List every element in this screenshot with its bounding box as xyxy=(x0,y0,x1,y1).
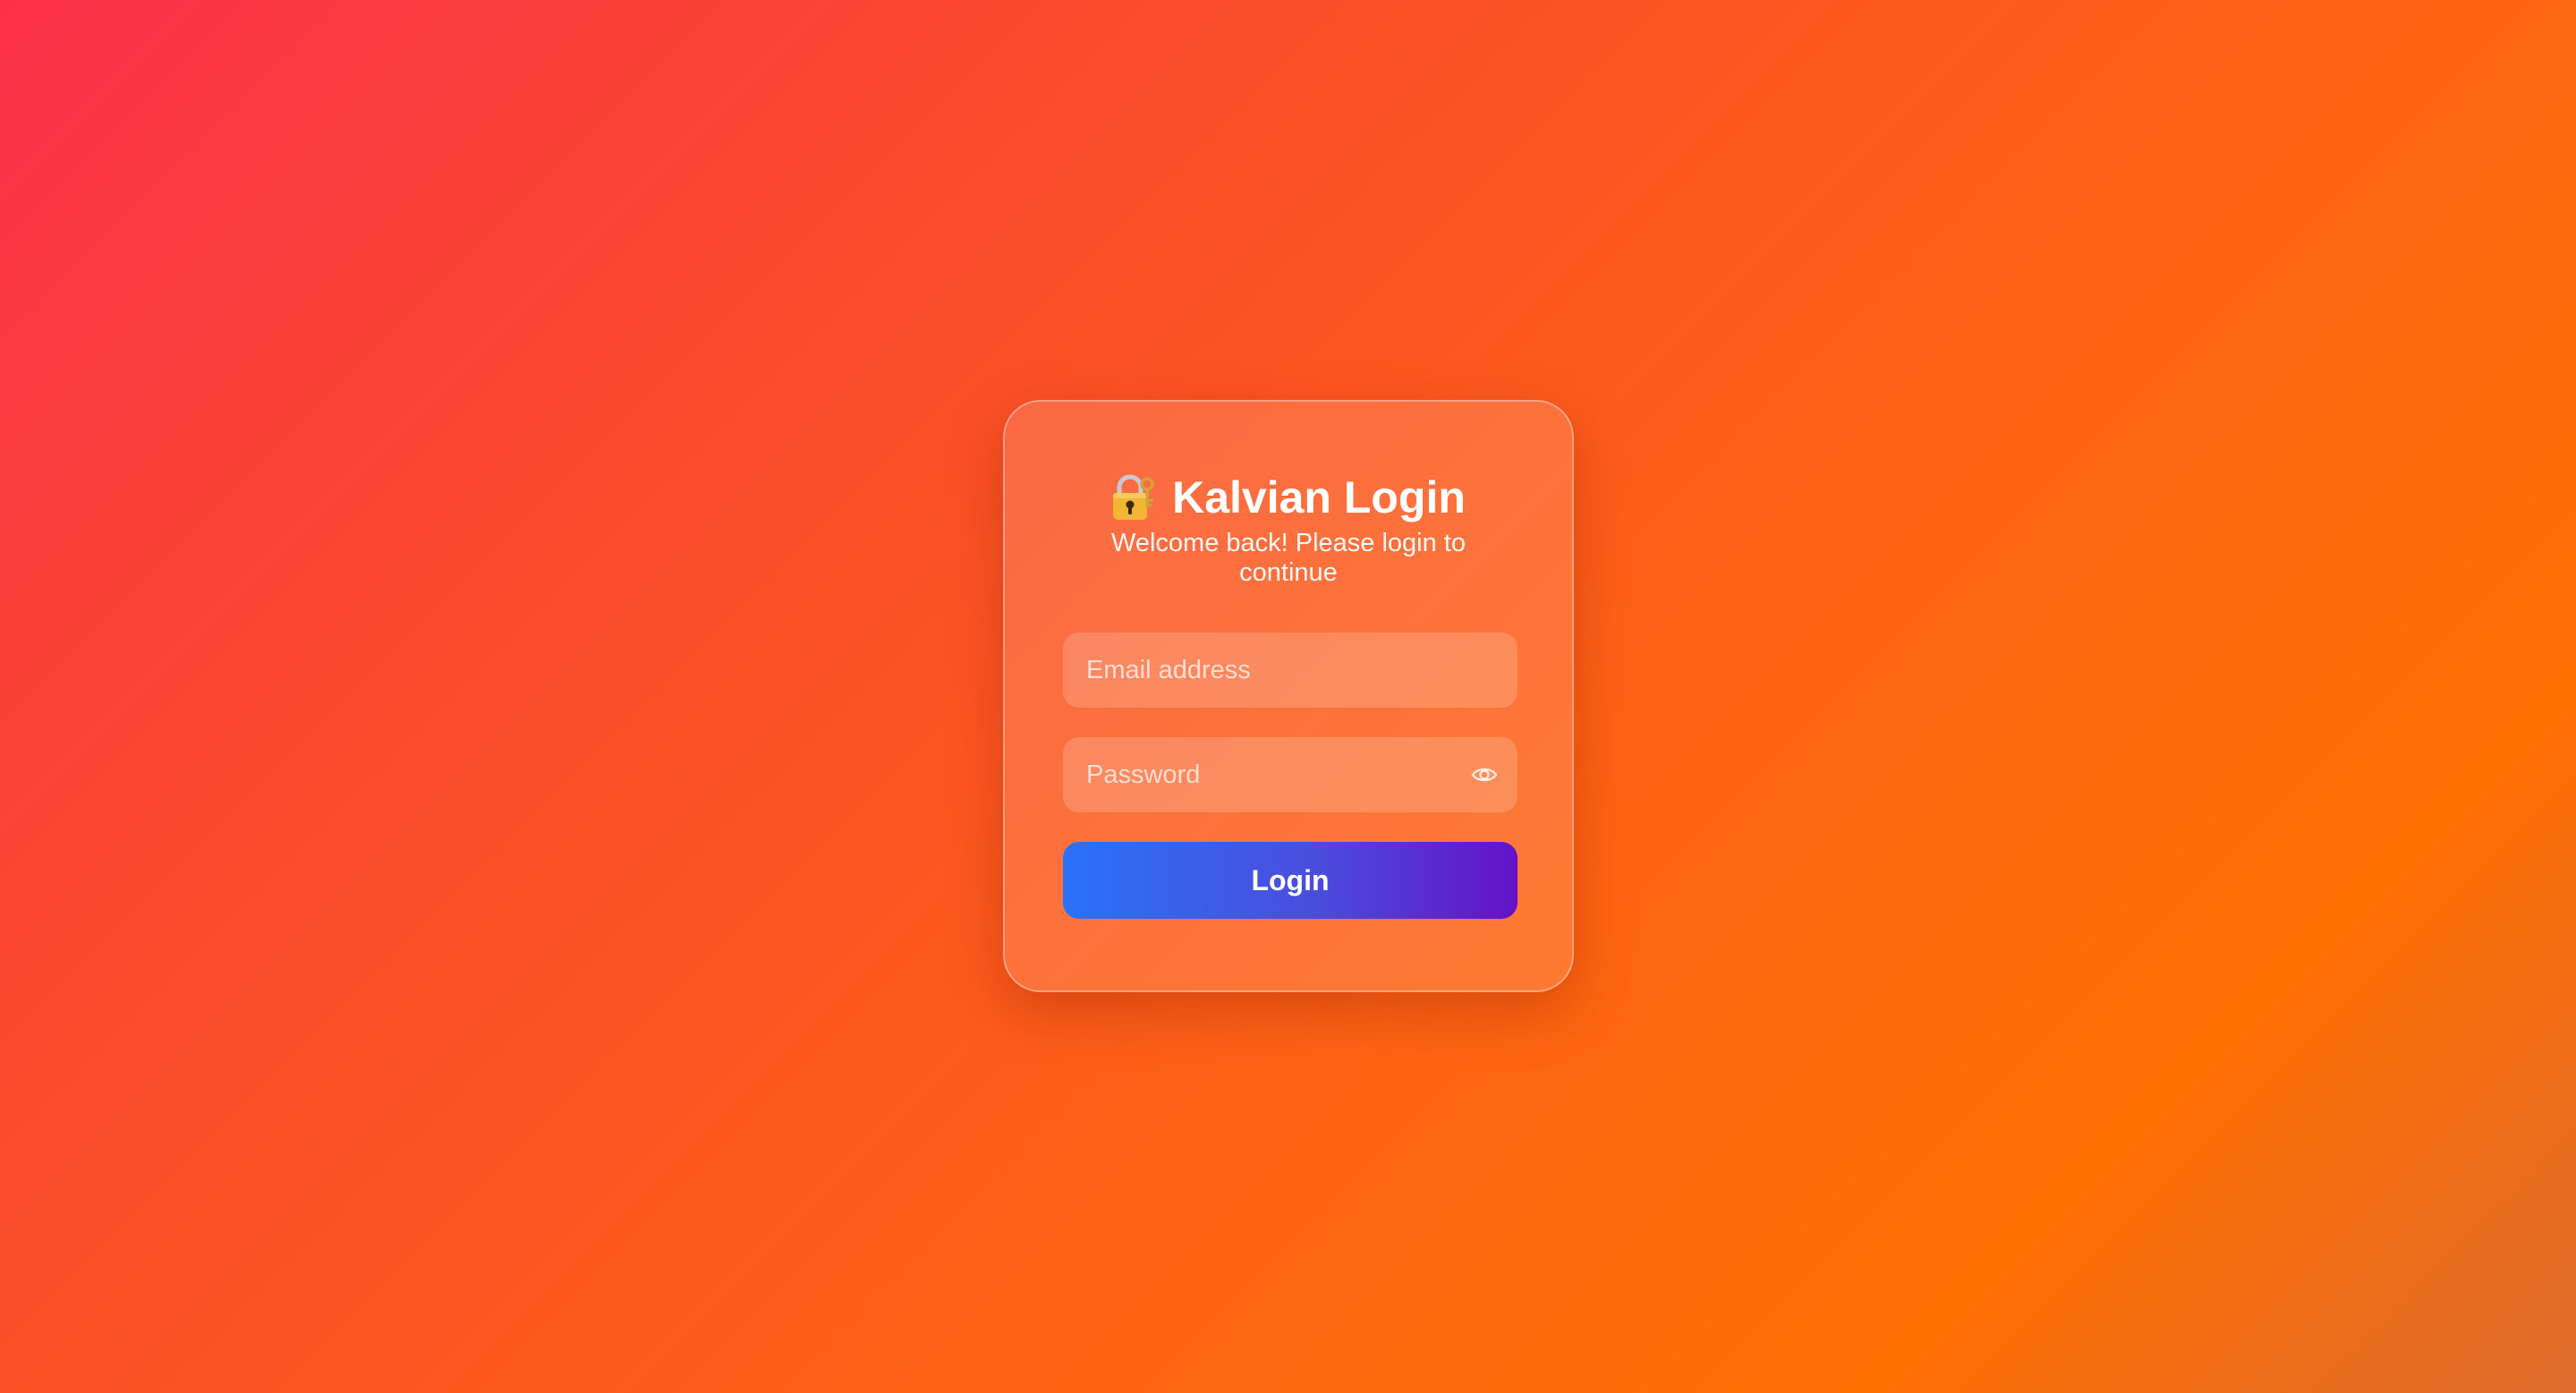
eye-icon[interactable] xyxy=(1471,765,1498,785)
login-header: Kalvian Login xyxy=(1005,466,1572,529)
password-field-wrapper xyxy=(1063,737,1518,812)
login-button[interactable]: Login xyxy=(1063,842,1518,919)
locked-with-key-icon xyxy=(1111,473,1154,522)
password-field[interactable] xyxy=(1063,737,1518,812)
page-title: Kalvian Login xyxy=(1172,472,1466,522)
welcome-subtitle: Welcome back! Please login to continue xyxy=(1110,529,1466,587)
email-field-wrapper xyxy=(1063,633,1518,708)
login-card: Kalvian Login Welcome back! Please login… xyxy=(1003,400,1574,992)
email-field[interactable] xyxy=(1063,633,1518,708)
